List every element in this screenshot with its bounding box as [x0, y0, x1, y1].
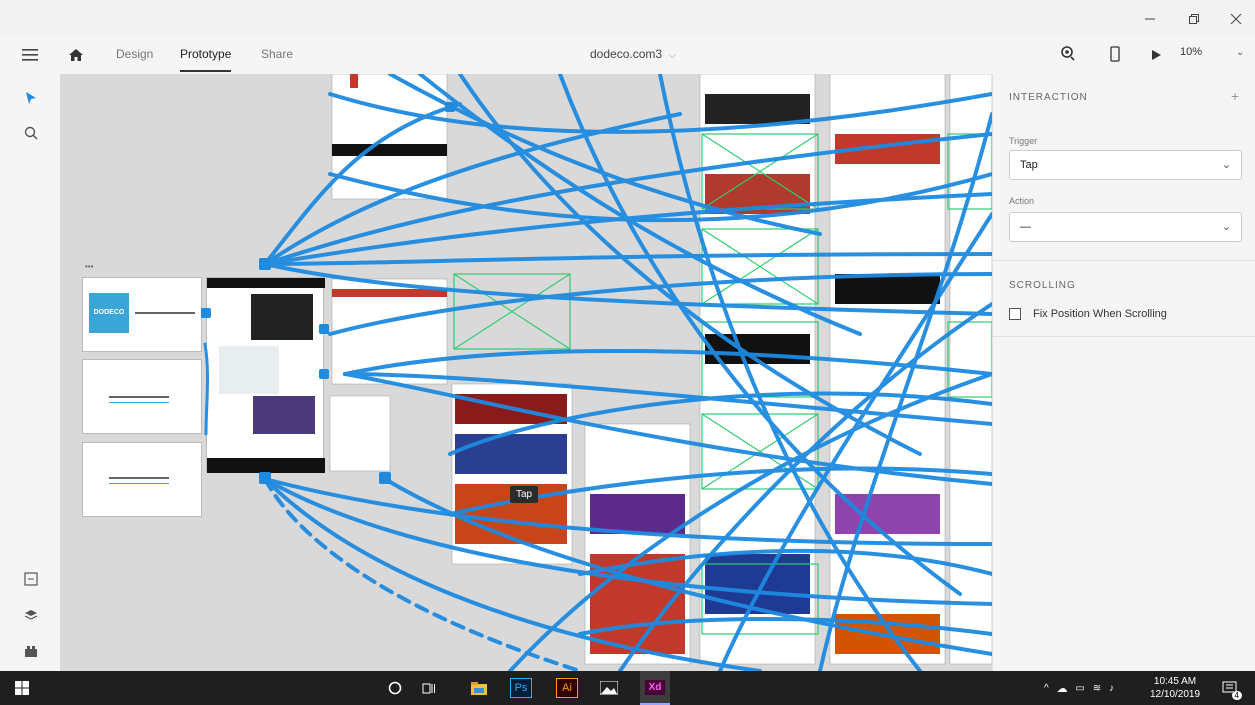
action-label: Action	[1009, 196, 1035, 206]
zoom-tool-icon[interactable]	[22, 124, 40, 142]
close-icon[interactable]	[1222, 8, 1250, 30]
section-divider	[993, 336, 1255, 337]
wifi-icon[interactable]: ≋	[1093, 683, 1101, 694]
chevron-up-icon[interactable]: ^	[1044, 683, 1049, 694]
volume-icon[interactable]: ♪	[1109, 683, 1114, 694]
photoshop-icon[interactable]: Ps	[510, 678, 532, 698]
trigger-value: Tap	[1020, 159, 1038, 171]
xd-app-tab[interactable]: Xd	[640, 671, 670, 705]
tab-prototype[interactable]: Prototype	[180, 47, 232, 72]
tab-design[interactable]: Design	[116, 47, 153, 61]
plugins-icon[interactable]	[22, 642, 40, 660]
illustrator-icon[interactable]: Ai	[556, 678, 578, 698]
design-canvas[interactable]: DODECO ••• Tap	[60, 74, 992, 671]
restore-icon[interactable]	[1180, 8, 1208, 30]
chevron-down-icon: ⌄	[1221, 159, 1231, 171]
trigger-label: Trigger	[1009, 136, 1038, 146]
property-inspector: INTERACTION + Trigger Tap ⌄ Action — ⌄ S…	[992, 74, 1255, 671]
user-account-icon[interactable]	[1060, 46, 1076, 67]
zoom-chevron-icon[interactable]: ⌄	[1236, 47, 1244, 58]
select-tool-icon[interactable]	[22, 89, 40, 107]
play-icon[interactable]	[1150, 48, 1162, 66]
clock-date: 12/10/2019	[1150, 689, 1201, 700]
document-title[interactable]: dodeco.com3 ⌵	[590, 47, 676, 61]
chevron-down-icon: ⌄	[1221, 221, 1231, 233]
file-explorer-icon[interactable]	[468, 678, 490, 698]
action-dropdown[interactable]: — ⌄	[1009, 212, 1242, 242]
left-tool-rail	[0, 74, 60, 671]
interaction-tooltip: Tap	[510, 486, 539, 503]
add-interaction-icon[interactable]: +	[1231, 88, 1239, 104]
cortana-search-icon[interactable]	[384, 678, 406, 698]
xd-icon: Xd	[644, 679, 666, 695]
assets-icon[interactable]	[22, 570, 40, 588]
clock-time: 10:45 AM	[1153, 676, 1197, 687]
chevron-down-icon: ⌵	[668, 50, 676, 61]
photos-icon[interactable]	[598, 678, 620, 698]
notification-count-badge: 4	[1231, 691, 1242, 700]
fix-position-label: Fix Position When Scrolling	[1033, 308, 1167, 320]
tab-share[interactable]: Share	[261, 47, 293, 61]
zoom-level[interactable]: 10%	[1180, 46, 1202, 58]
action-center-icon[interactable]: 4	[1218, 678, 1242, 700]
home-icon[interactable]	[68, 47, 84, 68]
clock[interactable]: 10:45 AM 12/10/2019	[1150, 674, 1200, 702]
hamburger-icon[interactable]	[22, 48, 38, 67]
section-divider	[993, 260, 1255, 261]
app-toolbar: Design Prototype Share dodeco.com3 ⌵ 10%…	[0, 36, 1255, 74]
trigger-dropdown[interactable]: Tap ⌄	[1009, 150, 1242, 180]
battery-icon[interactable]: ▭	[1075, 683, 1084, 694]
interaction-section-title: INTERACTION	[1009, 92, 1088, 103]
action-value: —	[1020, 221, 1031, 233]
document-title-text: dodeco.com3	[590, 47, 663, 61]
onedrive-cloud-icon[interactable]: ☁	[1057, 682, 1068, 695]
device-preview-icon[interactable]	[1110, 46, 1120, 67]
system-tray: ^ ☁ ▭ ≋ ♪	[1044, 678, 1114, 698]
layers-icon[interactable]	[22, 606, 40, 624]
prototype-wires	[201, 74, 992, 671]
title-bar	[0, 0, 1255, 36]
windows-taskbar: Ps Ai Xd ^ ☁ ▭ ≋ ♪ 10:45 AM 12/10/2019 4	[0, 671, 1255, 705]
windows-start-icon[interactable]	[12, 678, 32, 698]
minimize-icon[interactable]	[1136, 8, 1164, 30]
scrolling-section-title: SCROLLING	[1009, 280, 1076, 291]
fix-position-checkbox[interactable]	[1009, 308, 1021, 320]
task-view-icon[interactable]	[418, 678, 440, 698]
